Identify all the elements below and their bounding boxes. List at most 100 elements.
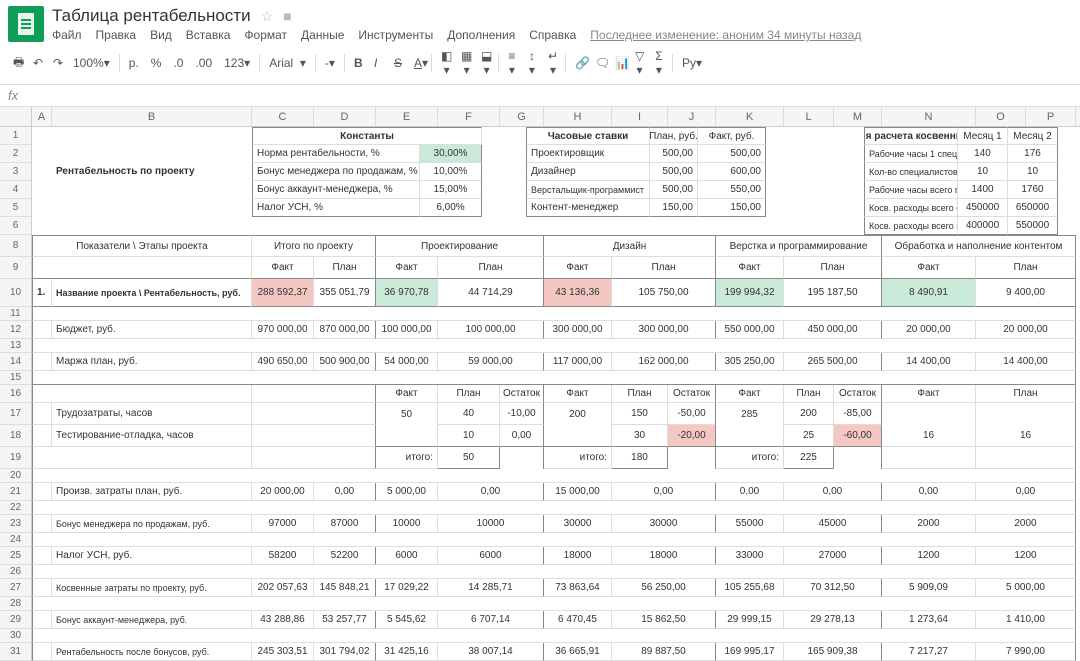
- merge-btn[interactable]: ⬓ ▾: [476, 46, 494, 80]
- cell[interactable]: 5 545,62: [376, 611, 438, 629]
- cell[interactable]: [32, 127, 52, 145]
- cell[interactable]: 117 000,00: [544, 353, 612, 371]
- cell[interactable]: Константы: [252, 127, 482, 145]
- cell[interactable]: 500,00: [650, 181, 698, 199]
- row-hdr[interactable]: 25: [0, 547, 32, 565]
- font-size[interactable]: - ▾: [320, 53, 340, 73]
- cell[interactable]: [882, 447, 976, 469]
- cell[interactable]: [32, 515, 52, 533]
- cell[interactable]: [482, 127, 526, 145]
- cell[interactable]: Факт: [544, 385, 612, 403]
- row-hdr[interactable]: 18: [0, 425, 32, 447]
- menu-tools[interactable]: Инструменты: [358, 28, 433, 42]
- cell[interactable]: 450 000,00: [784, 321, 882, 339]
- cell[interactable]: [32, 547, 52, 565]
- cell[interactable]: 105 255,68: [716, 579, 784, 597]
- col-F[interactable]: F: [438, 107, 500, 126]
- cell[interactable]: 16: [976, 425, 1076, 447]
- cell[interactable]: 87000: [314, 515, 376, 533]
- cell[interactable]: 100 000,00: [438, 321, 544, 339]
- print-icon[interactable]: 🖶: [8, 50, 26, 77]
- cell[interactable]: 199 994,32: [716, 279, 784, 307]
- cell[interactable]: 15 862,50: [612, 611, 716, 629]
- cell[interactable]: 30,00%: [420, 145, 482, 163]
- cell[interactable]: 550 000,00: [716, 321, 784, 339]
- cell[interactable]: -50,00: [668, 403, 716, 425]
- cell[interactable]: 5 000,00: [376, 483, 438, 501]
- cell[interactable]: 6 707,14: [438, 611, 544, 629]
- cell[interactable]: [32, 321, 52, 339]
- menu-edit[interactable]: Правка: [96, 28, 137, 42]
- cell[interactable]: Контент-менеджер: [526, 199, 650, 217]
- cell[interactable]: Проектирование: [376, 235, 544, 257]
- cell[interactable]: Проектировщик: [526, 145, 650, 163]
- text-color-btn[interactable]: A ▾: [409, 53, 427, 73]
- cell[interactable]: [32, 629, 1076, 643]
- cell[interactable]: Бонус аккаунт-менеджера, руб.: [52, 611, 252, 629]
- row-hdr[interactable]: 4: [0, 181, 32, 199]
- cell[interactable]: 0,00: [882, 483, 976, 501]
- cell[interactable]: 14 285,71: [438, 579, 544, 597]
- cell[interactable]: итого:: [376, 447, 438, 469]
- cell[interactable]: [32, 611, 52, 629]
- cell[interactable]: Верстка и программирование: [716, 235, 882, 257]
- cell[interactable]: [252, 447, 376, 469]
- cell[interactable]: 27000: [784, 547, 882, 565]
- cell[interactable]: [32, 501, 1076, 515]
- col-C[interactable]: C: [252, 107, 314, 126]
- row-hdr[interactable]: 3: [0, 163, 32, 181]
- cell[interactable]: 0,00: [976, 483, 1076, 501]
- cell[interactable]: 650000: [1008, 199, 1058, 217]
- cell[interactable]: 29 999,15: [716, 611, 784, 629]
- cell[interactable]: [32, 163, 52, 181]
- cell[interactable]: [976, 447, 1076, 469]
- cell[interactable]: 550000: [1008, 217, 1058, 235]
- cell[interactable]: 10: [1008, 163, 1058, 181]
- col-O[interactable]: O: [976, 107, 1026, 126]
- cell[interactable]: [766, 145, 864, 163]
- cell[interactable]: Трудозатраты, часов: [52, 403, 252, 425]
- cell[interactable]: 10000: [438, 515, 544, 533]
- cell[interactable]: Бюджет, руб.: [52, 321, 252, 339]
- cell[interactable]: Косвенные затраты по проекту, руб.: [52, 579, 252, 597]
- col-G[interactable]: G: [500, 107, 544, 126]
- cell[interactable]: [32, 565, 1076, 579]
- cell[interactable]: 43 288,86: [252, 611, 314, 629]
- cell[interactable]: 0,00: [716, 483, 784, 501]
- col-P[interactable]: P: [1026, 107, 1076, 126]
- cell[interactable]: Произв. затраты план, руб.: [52, 483, 252, 501]
- cell[interactable]: 1200: [976, 547, 1076, 565]
- col-I[interactable]: I: [612, 107, 668, 126]
- cell[interactable]: Рабочие часы 1 специалиста, ч: [864, 145, 958, 163]
- cell[interactable]: [252, 425, 376, 447]
- cell[interactable]: [482, 145, 526, 163]
- cell[interactable]: Косв. расходы всего план., руб.: [864, 217, 958, 235]
- cell[interactable]: Косв. расходы всего факт., руб.: [864, 199, 958, 217]
- cell[interactable]: 18000: [612, 547, 716, 565]
- cell[interactable]: 1 410,00: [976, 611, 1076, 629]
- cell[interactable]: [32, 199, 252, 217]
- chart-btn[interactable]: 📊: [610, 53, 628, 73]
- cell[interactable]: 225: [784, 447, 834, 469]
- cell[interactable]: 0,00: [438, 483, 544, 501]
- cell[interactable]: Остаток: [668, 385, 716, 403]
- col-D[interactable]: D: [314, 107, 376, 126]
- cell[interactable]: 200: [784, 403, 834, 425]
- cell[interactable]: [766, 163, 864, 181]
- cell[interactable]: 500,00: [698, 145, 766, 163]
- cell[interactable]: 50: [438, 447, 500, 469]
- cell[interactable]: [976, 403, 1076, 425]
- cell[interactable]: 15,00%: [420, 181, 482, 199]
- cell[interactable]: [32, 597, 1076, 611]
- cell[interactable]: 1200: [882, 547, 976, 565]
- cell[interactable]: итого:: [716, 447, 784, 469]
- cell[interactable]: 300 000,00: [544, 321, 612, 339]
- row-hdr[interactable]: 10: [0, 279, 32, 307]
- functions-btn[interactable]: Σ ▾: [650, 46, 668, 80]
- cell[interactable]: 288 592,37: [252, 279, 314, 307]
- cell[interactable]: 29 278,13: [784, 611, 882, 629]
- borders-btn[interactable]: ▦ ▾: [456, 46, 474, 80]
- cell[interactable]: Налог УСН, %: [252, 199, 420, 217]
- cell[interactable]: 500 900,00: [314, 353, 376, 371]
- cell[interactable]: Бонус менеджера по продажам, руб.: [52, 515, 252, 533]
